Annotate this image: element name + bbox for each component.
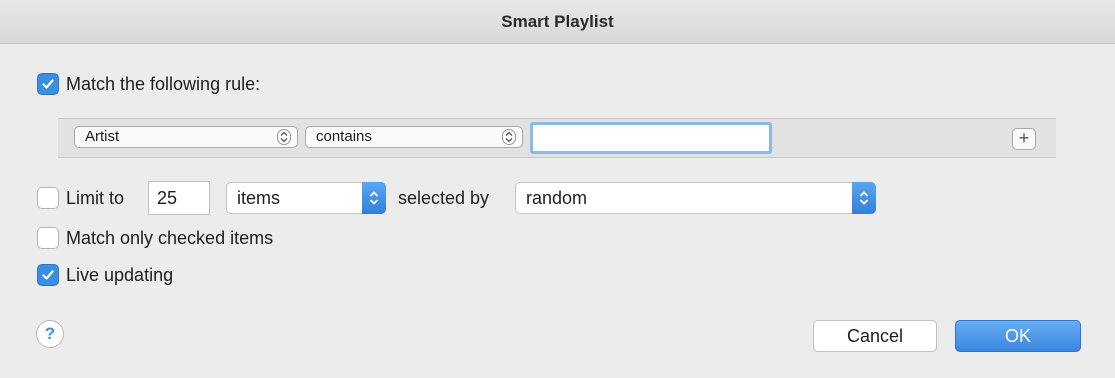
checkmark-icon	[42, 270, 54, 280]
cancel-button[interactable]: Cancel	[813, 320, 937, 352]
add-rule-button[interactable]: +	[1012, 128, 1036, 150]
rule-field-popup[interactable]: Artist	[74, 126, 298, 148]
checkmark-icon	[42, 79, 54, 89]
live-updating-label: Live updating	[66, 265, 174, 285]
limit-label: Limit to	[66, 188, 125, 208]
title-bar: Smart Playlist	[0, 0, 1115, 44]
selected-by-select[interactable]: random	[515, 182, 876, 214]
limit-checkbox[interactable]	[37, 187, 59, 209]
match-checked-label: Match only checked items	[66, 228, 274, 248]
match-rule-checkbox[interactable]	[37, 73, 59, 95]
rule-value-input[interactable]	[530, 122, 772, 154]
rule-operator-popup[interactable]: contains	[305, 126, 523, 148]
window-title: Smart Playlist	[501, 11, 614, 31]
live-updating-checkbox[interactable]	[37, 264, 59, 286]
match-checked-checkbox[interactable]	[37, 227, 59, 249]
ok-button[interactable]: OK	[955, 320, 1081, 352]
rule-field-value: Artist	[85, 128, 120, 145]
help-icon: ?	[44, 324, 56, 343]
up-down-arrows-icon	[502, 129, 516, 145]
limit-unit-value: items	[237, 188, 281, 208]
rule-operator-value: contains	[316, 128, 372, 145]
selected-by-value: random	[526, 188, 588, 208]
selected-by-label: selected by	[398, 188, 490, 208]
up-down-arrows-icon	[277, 129, 291, 145]
help-button[interactable]: ?	[36, 320, 64, 348]
limit-count-input[interactable]: 25	[148, 181, 210, 215]
plus-icon: +	[1018, 128, 1030, 148]
match-rule-label: Match the following rule:	[66, 74, 261, 94]
up-down-arrows-icon	[852, 182, 876, 214]
up-down-arrows-icon	[362, 182, 386, 214]
limit-unit-select[interactable]: items	[226, 182, 386, 214]
